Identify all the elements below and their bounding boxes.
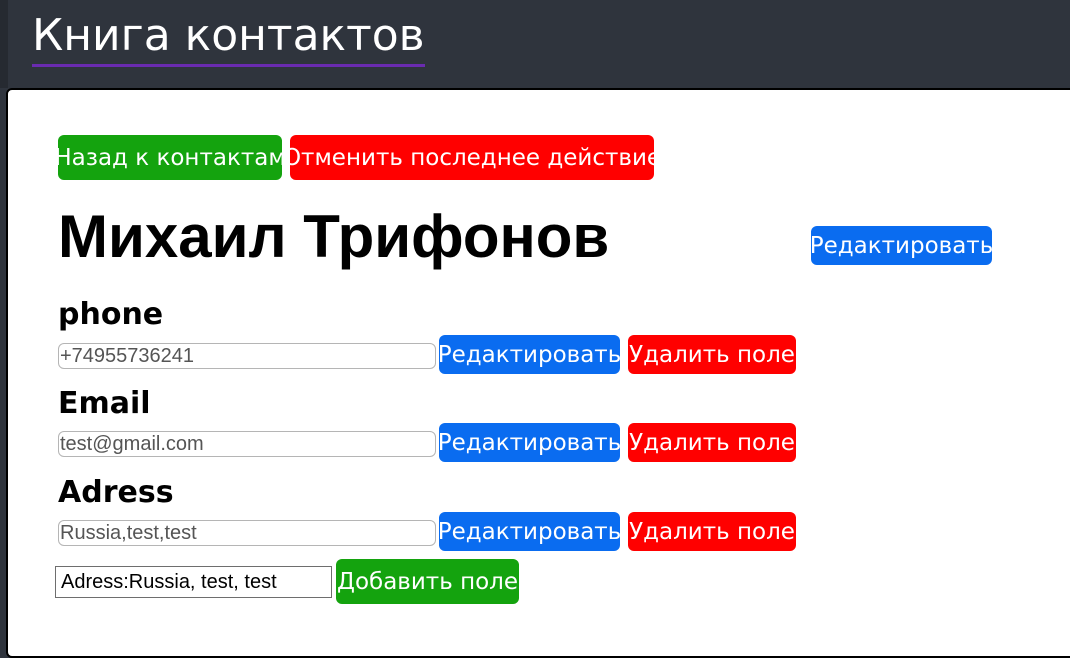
field-label-email: Email (58, 386, 151, 421)
app-header: Книга контактов (0, 0, 1070, 88)
field-label-phone: phone (58, 297, 164, 332)
contact-name: Михаил Трифонов (58, 203, 610, 270)
add-field-button[interactable]: Добавить поле (336, 559, 519, 604)
edit-phone-button[interactable]: Редактировать (438, 335, 621, 374)
email-field[interactable] (58, 431, 436, 457)
undo-last-action-button[interactable]: Отменить последнее действие (283, 135, 661, 180)
adress-field[interactable] (58, 520, 436, 546)
app-title[interactable]: Книга контактов (32, 8, 425, 67)
delete-adress-button[interactable]: Удалить поле (628, 512, 796, 551)
edit-adress-button[interactable]: Редактировать (438, 512, 621, 551)
field-label-adress: Adress (58, 475, 174, 510)
phone-field[interactable] (58, 343, 436, 369)
back-to-contacts-button[interactable]: Назад к контактам (54, 135, 286, 180)
edit-contact-button[interactable]: Редактировать (810, 226, 993, 265)
edit-email-button[interactable]: Редактировать (438, 423, 621, 462)
delete-email-button[interactable]: Удалить поле (628, 423, 796, 462)
contact-card: Назад к контактам Отменить последнее дей… (6, 88, 1070, 658)
delete-phone-button[interactable]: Удалить поле (628, 335, 796, 374)
new-field-input[interactable] (55, 566, 332, 598)
header-edge (0, 0, 8, 88)
